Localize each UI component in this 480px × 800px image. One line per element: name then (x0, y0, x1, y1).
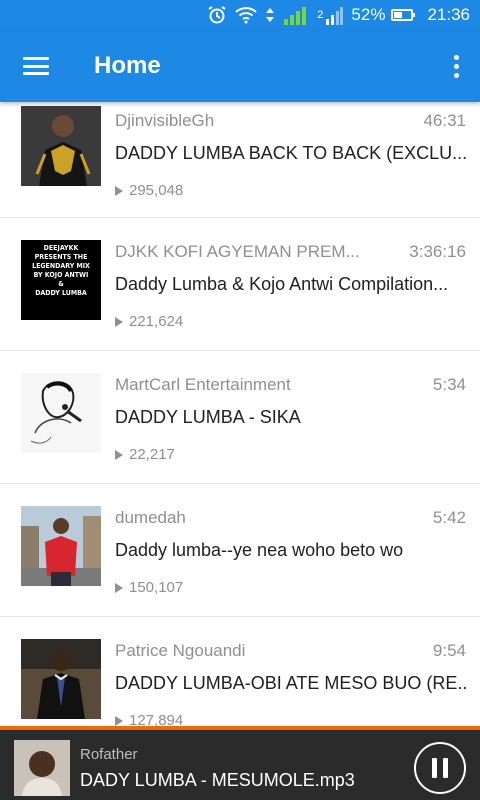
video-duration: 5:42 (432, 508, 466, 527)
play-count-icon (115, 582, 123, 593)
thumb-text-line: LEGENDARY MIX (32, 262, 90, 270)
play-count-icon (115, 715, 123, 726)
play-count-icon (115, 316, 123, 327)
video-duration: 9:54 (432, 641, 466, 660)
video-duration: 46:31 (423, 111, 466, 130)
video-item[interactable]: Patrice Ngouandi 9:54 DADDY LUMBA-OBI ATE… (0, 617, 480, 726)
video-title: Daddy lumba--ye nea woho beto wo (115, 540, 404, 560)
thumb-text-line: DEEJAYKK (43, 244, 79, 252)
video-duration: 5:34 (432, 375, 466, 394)
app-bar: Home (0, 30, 480, 102)
menu-button[interactable] (0, 30, 72, 102)
video-thumbnail (21, 639, 101, 719)
channel-name: Patrice Ngouandi (115, 641, 246, 660)
view-count: 22,217 (129, 446, 175, 463)
battery-percent: 52% (351, 5, 386, 24)
play-count-icon (115, 185, 123, 196)
video-item[interactable]: DEEJAYKK PRESENTS THE LEGENDARY MIX BY K… (0, 218, 480, 351)
view-count: 150,107 (129, 579, 184, 596)
signal-green-icon (283, 5, 309, 25)
video-item[interactable]: DjinvisibleGh 46:31 DADDY LUMBA BACK TO B… (0, 102, 480, 218)
video-thumbnail: DEEJAYKK PRESENTS THE LEGENDARY MIX BY K… (21, 240, 101, 320)
pause-button[interactable] (414, 742, 466, 794)
thumb-text-line: DADDY LUMBA (35, 289, 87, 297)
view-count: 127,894 (129, 712, 184, 726)
channel-name: dumedah (115, 508, 186, 527)
now-playing-thumbnail (14, 740, 70, 796)
video-title: DADDY LUMBA BACK TO BACK (EXCLU... (115, 143, 466, 163)
pause-icon (432, 758, 437, 778)
view-count: 221,624 (129, 313, 184, 330)
video-title: Daddy Lumba & Kojo Antwi Compilation... (115, 274, 449, 294)
hamburger-icon (23, 57, 49, 75)
now-playing-channel: Rofather (80, 746, 138, 763)
mini-player[interactable]: Rofather DADY LUMBA - MESUMOLE.mp3 (0, 726, 480, 800)
alarm-icon (207, 5, 227, 25)
page-title: Home (94, 52, 161, 79)
clock: 21:36 (427, 5, 470, 24)
signal-sim2-icon: 2 (317, 5, 344, 25)
thumb-text-line: & (58, 280, 64, 288)
wifi-icon (235, 6, 257, 24)
video-item[interactable]: dumedah 5:42 Daddy lumba--ye nea woho bet… (0, 484, 480, 617)
sim-number: 2 (317, 9, 324, 21)
video-thumbnail (21, 106, 101, 186)
channel-name: DjinvisibleGh (115, 111, 215, 130)
channel-name: MartCarl Entertainment (115, 375, 291, 394)
thumb-text-line: BY KOJO ANTWI (33, 271, 89, 279)
video-thumbnail (21, 506, 101, 586)
play-count-icon (115, 449, 123, 460)
status-bar: 2 52% 21:36 (0, 0, 480, 30)
data-arrows-icon (265, 7, 275, 23)
video-duration: 3:36:16 (409, 242, 466, 261)
now-playing-title: DADY LUMBA - MESUMOLE.mp3 (80, 770, 355, 790)
channel-name: DJKK KOFI AGYEMAN PREM... (115, 242, 360, 261)
video-title: DADDY LUMBA - SIKA (115, 407, 301, 427)
view-count: 295,048 (129, 182, 184, 199)
video-title: DADDY LUMBA-OBI ATE MESO BUO (RE... (115, 673, 466, 693)
video-thumbnail (21, 373, 101, 453)
video-list[interactable]: DjinvisibleGh 46:31 DADDY LUMBA BACK TO B… (0, 102, 480, 726)
battery-icon (391, 9, 416, 21)
more-options-button[interactable] (432, 30, 480, 102)
video-item[interactable]: MartCarl Entertainment 5:34 DADDY LUMBA -… (0, 351, 480, 484)
thumb-text-line: PRESENTS THE (34, 253, 88, 261)
